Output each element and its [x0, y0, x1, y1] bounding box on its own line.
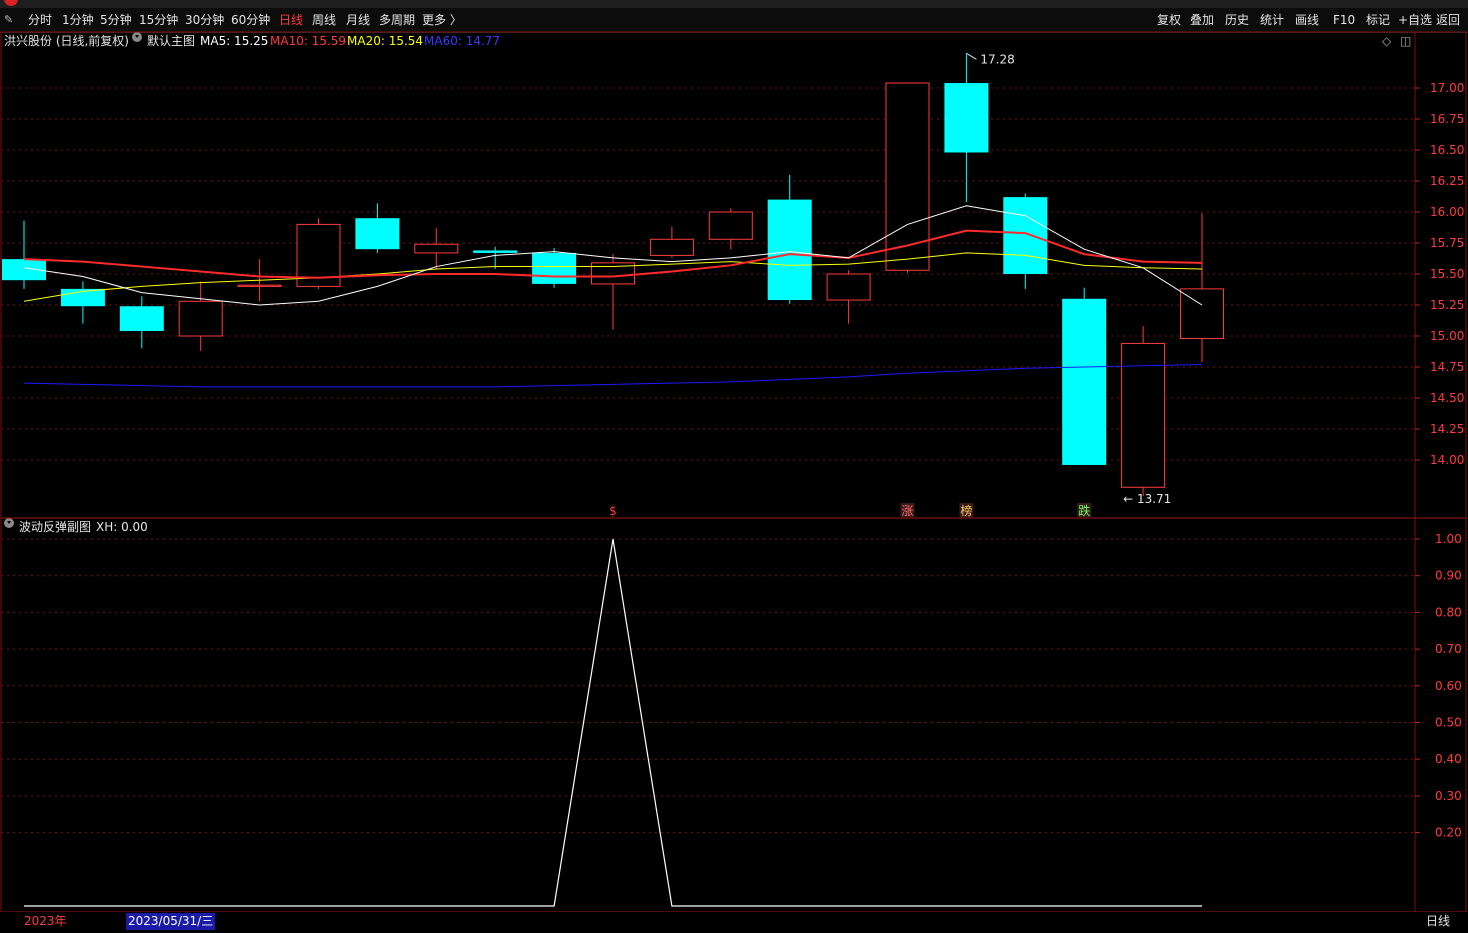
candle-body [237, 284, 282, 287]
candle-body [414, 243, 459, 254]
candle-body [1180, 288, 1224, 339]
low-price-label: ← 13.71 [1123, 492, 1171, 506]
sub-tick-label: 0.50 [1435, 716, 1462, 730]
sub-tick-label: 0.70 [1435, 642, 1462, 656]
chart-frame [0, 31, 1467, 913]
sub-tick-label: 0.20 [1435, 826, 1462, 840]
candle-body [532, 252, 577, 284]
candle-body [355, 218, 400, 250]
period-label: 日线 [1426, 914, 1451, 928]
candle-body [1003, 197, 1048, 274]
price-tick-label: 16.50 [1430, 143, 1464, 157]
sub-tick-label: 0.40 [1435, 752, 1462, 766]
marker-text: $ [609, 504, 617, 518]
price-tick-label: 15.50 [1430, 267, 1464, 281]
candle-body [708, 211, 753, 240]
sub-tick-label: 1.00 [1435, 532, 1462, 546]
price-tick-label: 15.25 [1430, 298, 1464, 312]
price-tick-label: 14.75 [1430, 360, 1464, 374]
candle-body [649, 238, 694, 256]
high-pointer [966, 52, 977, 60]
marker-text: 涨 [901, 503, 913, 518]
price-tick-label: 14.25 [1430, 422, 1464, 436]
price-tick-label: 15.00 [1430, 329, 1464, 343]
candle-body [1062, 298, 1107, 465]
price-tick-label: 14.00 [1430, 453, 1464, 467]
sub-tick-label: 0.80 [1435, 605, 1462, 619]
high-price-label: 17.28 [980, 52, 1014, 66]
price-tick-label: 14.50 [1430, 391, 1464, 405]
sub-tick-label: 0.90 [1435, 569, 1462, 583]
price-tick-label: 17.00 [1430, 81, 1464, 95]
sub-tick-label: 0.60 [1435, 679, 1462, 693]
candle-body [944, 83, 989, 153]
cursor-date: 2023/05/31/三 [126, 913, 216, 930]
sub-tick-label: 0.30 [1435, 789, 1462, 803]
marker-text: 榜 [960, 503, 972, 518]
price-tick-label: 15.75 [1430, 236, 1464, 250]
candle-body [473, 250, 518, 253]
candle-body [178, 300, 223, 337]
ma60-line [23, 364, 1203, 388]
year-label: 2023年 [24, 914, 67, 928]
candle-body [826, 273, 871, 301]
candle-body [767, 199, 812, 301]
candle-body [119, 306, 164, 332]
price-tick-label: 16.25 [1430, 174, 1464, 188]
price-tick-label: 16.00 [1430, 205, 1464, 219]
kline-chart[interactable]: 17.00 16.75 16.50 16.25 16.00 15.75 15.50 15.25… [0, 0, 1468, 933]
bottom-bar: 2023年 2023/05/31/三 日线 [0, 912, 1468, 933]
price-tick-label: 16.75 [1430, 112, 1464, 126]
marker-text: 跌 [1078, 503, 1090, 518]
